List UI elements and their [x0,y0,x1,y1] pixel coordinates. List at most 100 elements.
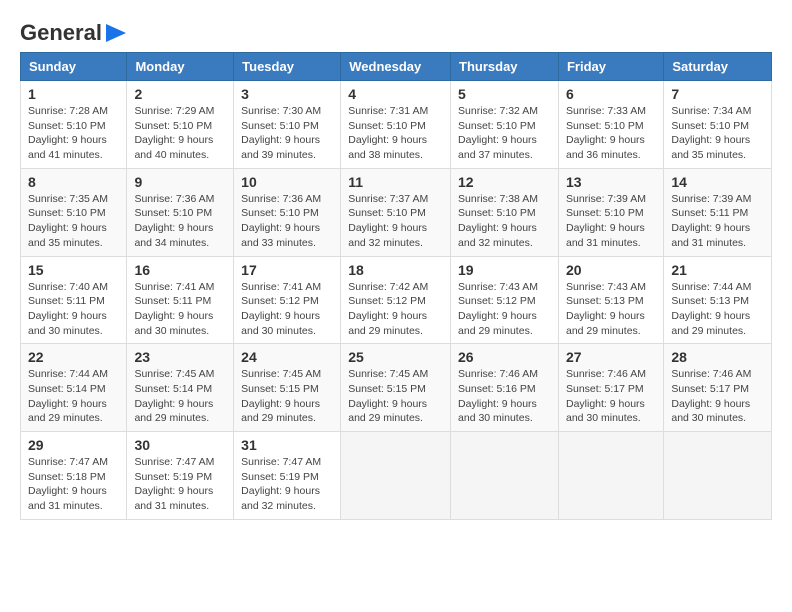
calendar-cell: 17 Sunrise: 7:41 AM Sunset: 5:12 PM Dayl… [234,256,341,344]
day-info: Sunrise: 7:28 AM Sunset: 5:10 PM Dayligh… [28,104,119,163]
day-number: 17 [241,262,333,278]
day-number: 2 [134,86,226,102]
day-number: 11 [348,174,443,190]
calendar-cell: 13 Sunrise: 7:39 AM Sunset: 5:10 PM Dayl… [558,168,663,256]
calendar-cell: 28 Sunrise: 7:46 AM Sunset: 5:17 PM Dayl… [664,344,772,432]
day-number: 27 [566,349,656,365]
calendar-cell: 19 Sunrise: 7:43 AM Sunset: 5:12 PM Dayl… [451,256,559,344]
day-number: 5 [458,86,551,102]
day-info: Sunrise: 7:34 AM Sunset: 5:10 PM Dayligh… [671,104,764,163]
day-number: 29 [28,437,119,453]
calendar-cell: 18 Sunrise: 7:42 AM Sunset: 5:12 PM Dayl… [341,256,451,344]
day-info: Sunrise: 7:35 AM Sunset: 5:10 PM Dayligh… [28,192,119,251]
day-info: Sunrise: 7:36 AM Sunset: 5:10 PM Dayligh… [241,192,333,251]
day-number: 6 [566,86,656,102]
calendar-week-row: 29 Sunrise: 7:47 AM Sunset: 5:18 PM Dayl… [21,432,772,520]
calendar-cell: 27 Sunrise: 7:46 AM Sunset: 5:17 PM Dayl… [558,344,663,432]
calendar-cell [558,432,663,520]
day-info: Sunrise: 7:44 AM Sunset: 5:13 PM Dayligh… [671,280,764,339]
day-number: 26 [458,349,551,365]
day-number: 23 [134,349,226,365]
calendar-week-row: 1 Sunrise: 7:28 AM Sunset: 5:10 PM Dayli… [21,81,772,169]
calendar-header-friday: Friday [558,53,663,81]
day-number: 13 [566,174,656,190]
day-number: 3 [241,86,333,102]
calendar-cell [341,432,451,520]
calendar-header-monday: Monday [127,53,234,81]
calendar-cell: 4 Sunrise: 7:31 AM Sunset: 5:10 PM Dayli… [341,81,451,169]
day-info: Sunrise: 7:46 AM Sunset: 5:16 PM Dayligh… [458,367,551,426]
calendar-cell: 24 Sunrise: 7:45 AM Sunset: 5:15 PM Dayl… [234,344,341,432]
day-info: Sunrise: 7:40 AM Sunset: 5:11 PM Dayligh… [28,280,119,339]
calendar-cell: 16 Sunrise: 7:41 AM Sunset: 5:11 PM Dayl… [127,256,234,344]
logo-general: General [20,20,102,46]
day-number: 25 [348,349,443,365]
day-number: 16 [134,262,226,278]
calendar-cell: 23 Sunrise: 7:45 AM Sunset: 5:14 PM Dayl… [127,344,234,432]
calendar-cell: 25 Sunrise: 7:45 AM Sunset: 5:15 PM Dayl… [341,344,451,432]
day-info: Sunrise: 7:39 AM Sunset: 5:11 PM Dayligh… [671,192,764,251]
day-info: Sunrise: 7:47 AM Sunset: 5:19 PM Dayligh… [134,455,226,514]
calendar-week-row: 22 Sunrise: 7:44 AM Sunset: 5:14 PM Dayl… [21,344,772,432]
day-info: Sunrise: 7:43 AM Sunset: 5:13 PM Dayligh… [566,280,656,339]
calendar-cell: 2 Sunrise: 7:29 AM Sunset: 5:10 PM Dayli… [127,81,234,169]
day-info: Sunrise: 7:43 AM Sunset: 5:12 PM Dayligh… [458,280,551,339]
calendar-cell: 26 Sunrise: 7:46 AM Sunset: 5:16 PM Dayl… [451,344,559,432]
day-number: 12 [458,174,551,190]
day-number: 18 [348,262,443,278]
calendar-cell: 3 Sunrise: 7:30 AM Sunset: 5:10 PM Dayli… [234,81,341,169]
day-info: Sunrise: 7:47 AM Sunset: 5:18 PM Dayligh… [28,455,119,514]
day-info: Sunrise: 7:30 AM Sunset: 5:10 PM Dayligh… [241,104,333,163]
day-number: 22 [28,349,119,365]
day-info: Sunrise: 7:32 AM Sunset: 5:10 PM Dayligh… [458,104,551,163]
calendar-cell [664,432,772,520]
day-number: 8 [28,174,119,190]
day-info: Sunrise: 7:41 AM Sunset: 5:11 PM Dayligh… [134,280,226,339]
day-number: 19 [458,262,551,278]
day-info: Sunrise: 7:46 AM Sunset: 5:17 PM Dayligh… [566,367,656,426]
page-header: General [20,20,772,42]
day-info: Sunrise: 7:45 AM Sunset: 5:14 PM Dayligh… [134,367,226,426]
calendar-cell: 6 Sunrise: 7:33 AM Sunset: 5:10 PM Dayli… [558,81,663,169]
day-info: Sunrise: 7:47 AM Sunset: 5:19 PM Dayligh… [241,455,333,514]
day-number: 20 [566,262,656,278]
calendar-cell: 5 Sunrise: 7:32 AM Sunset: 5:10 PM Dayli… [451,81,559,169]
day-info: Sunrise: 7:36 AM Sunset: 5:10 PM Dayligh… [134,192,226,251]
day-number: 14 [671,174,764,190]
day-info: Sunrise: 7:44 AM Sunset: 5:14 PM Dayligh… [28,367,119,426]
day-info: Sunrise: 7:33 AM Sunset: 5:10 PM Dayligh… [566,104,656,163]
calendar-header-row: SundayMondayTuesdayWednesdayThursdayFrid… [21,53,772,81]
calendar-header-sunday: Sunday [21,53,127,81]
calendar-cell: 9 Sunrise: 7:36 AM Sunset: 5:10 PM Dayli… [127,168,234,256]
calendar-cell: 7 Sunrise: 7:34 AM Sunset: 5:10 PM Dayli… [664,81,772,169]
day-number: 21 [671,262,764,278]
calendar-header-wednesday: Wednesday [341,53,451,81]
calendar-week-row: 15 Sunrise: 7:40 AM Sunset: 5:11 PM Dayl… [21,256,772,344]
calendar-cell: 21 Sunrise: 7:44 AM Sunset: 5:13 PM Dayl… [664,256,772,344]
calendar-cell: 14 Sunrise: 7:39 AM Sunset: 5:11 PM Dayl… [664,168,772,256]
day-number: 1 [28,86,119,102]
day-info: Sunrise: 7:37 AM Sunset: 5:10 PM Dayligh… [348,192,443,251]
day-info: Sunrise: 7:46 AM Sunset: 5:17 PM Dayligh… [671,367,764,426]
day-number: 9 [134,174,226,190]
calendar-header-saturday: Saturday [664,53,772,81]
day-info: Sunrise: 7:45 AM Sunset: 5:15 PM Dayligh… [348,367,443,426]
calendar-cell: 11 Sunrise: 7:37 AM Sunset: 5:10 PM Dayl… [341,168,451,256]
calendar-header-tuesday: Tuesday [234,53,341,81]
day-info: Sunrise: 7:42 AM Sunset: 5:12 PM Dayligh… [348,280,443,339]
calendar-cell: 8 Sunrise: 7:35 AM Sunset: 5:10 PM Dayli… [21,168,127,256]
day-info: Sunrise: 7:29 AM Sunset: 5:10 PM Dayligh… [134,104,226,163]
day-info: Sunrise: 7:45 AM Sunset: 5:15 PM Dayligh… [241,367,333,426]
day-number: 10 [241,174,333,190]
day-number: 15 [28,262,119,278]
day-info: Sunrise: 7:31 AM Sunset: 5:10 PM Dayligh… [348,104,443,163]
day-info: Sunrise: 7:39 AM Sunset: 5:10 PM Dayligh… [566,192,656,251]
calendar-cell: 15 Sunrise: 7:40 AM Sunset: 5:11 PM Dayl… [21,256,127,344]
calendar-cell [451,432,559,520]
logo-icon [102,22,130,44]
calendar-header-thursday: Thursday [451,53,559,81]
day-number: 24 [241,349,333,365]
day-number: 31 [241,437,333,453]
day-number: 30 [134,437,226,453]
calendar-week-row: 8 Sunrise: 7:35 AM Sunset: 5:10 PM Dayli… [21,168,772,256]
